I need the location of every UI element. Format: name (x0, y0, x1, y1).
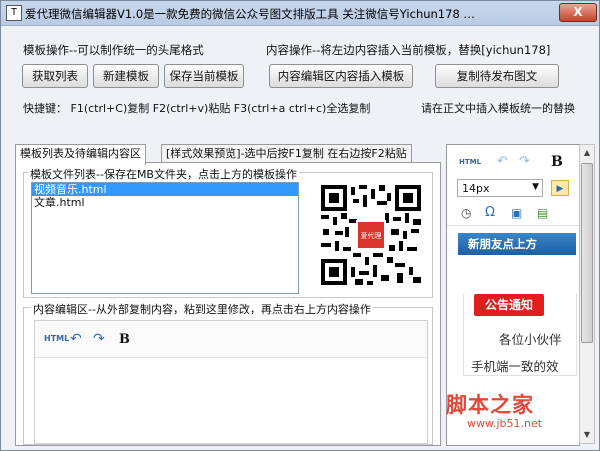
new-template-button[interactable]: 新建模板 (93, 64, 159, 88)
insert-into-template-button[interactable]: 内容编辑区内容插入模板 (269, 64, 413, 88)
bold-icon[interactable]: B (551, 154, 563, 170)
redo-icon[interactable]: ↷ (519, 154, 530, 169)
html-source-icon[interactable]: HTML (459, 158, 481, 166)
emoticon-icon[interactable]: ▣ (511, 206, 522, 220)
scroll-thumb[interactable] (581, 163, 593, 343)
scroll-down-icon[interactable]: ▼ (580, 427, 594, 443)
window-title: 爱代理微信编辑器V1.0是一款免费的微信公众号图文排版工具 关注微信号Yichu… (25, 7, 475, 21)
watermark-url: www.jb51.net (467, 417, 543, 430)
scroll-up-icon[interactable]: ▲ (580, 145, 594, 161)
tab-bar: 模板列表及待编辑内容区 [样式效果预览]-选中后按F1复制 在右边按F2粘贴 (15, 144, 440, 165)
list-item[interactable]: 视频音乐.html (32, 183, 298, 196)
qr-code-image: 爱代理 (319, 183, 423, 287)
html-source-icon[interactable]: HTML (44, 334, 69, 343)
play-media-icon[interactable]: ▶ (551, 180, 569, 196)
content-editor[interactable]: HTML ↶ ↷ B (34, 320, 428, 444)
undo-icon[interactable]: ↶ (497, 154, 508, 169)
font-size-value: 14px (462, 182, 490, 195)
preview-text-line1: 各位小伙伴 (499, 332, 562, 347)
font-size-select[interactable]: 14px ▼ (457, 179, 543, 197)
preview-text-line2: 手机端一致的效 (471, 359, 559, 374)
template-listbox[interactable]: 视频音乐.html 文章.html (31, 182, 299, 294)
close-button[interactable]: X (559, 3, 597, 22)
title-bar[interactable]: T 爱代理微信编辑器V1.0是一款免费的微信公众号图文排版工具 关注微信号Yic… (1, 1, 599, 26)
template-list-legend: 模板文件列表--保存在MB文件夹，点击上方的模板操作 (28, 166, 299, 182)
app-window: T 爱代理微信编辑器V1.0是一款免费的微信公众号图文排版工具 关注微信号Yic… (0, 0, 600, 451)
list-item[interactable]: 文章.html (32, 196, 298, 209)
right-scrollbar[interactable]: ▲ ▼ (579, 144, 595, 444)
omega-special-char-icon[interactable]: Ω (485, 205, 495, 220)
content-editor-toolbar: HTML ↶ ↷ B (35, 321, 427, 358)
chevron-down-icon: ▼ (532, 182, 539, 192)
hotkeys-hint: 请在正文中插入模板统一的替换 (421, 102, 575, 115)
tab-style-preview[interactable]: [样式效果预览]-选中后按F1复制 在右边按F2粘贴 (161, 144, 412, 163)
watermark-logo: 脚本之家 (446, 392, 534, 417)
image-icon[interactable]: ▤ (537, 206, 548, 220)
copy-publish-button[interactable]: 复制待发布图文 (435, 64, 559, 88)
template-ops-label: 模板操作--可以制作统一的头尾格式 (23, 43, 204, 57)
qr-center-label: 爱代理 (361, 231, 382, 240)
save-template-button[interactable]: 保存当前模板 (164, 64, 244, 88)
redo-icon[interactable]: ↷ (93, 331, 105, 347)
tab-template-list[interactable]: 模板列表及待编辑内容区 (15, 144, 146, 165)
get-list-button[interactable]: 获取列表 (22, 64, 88, 88)
content-ops-label: 内容操作--将左边内容插入当前模板，替换[yichun178] (266, 43, 551, 57)
toolbar-divider (447, 225, 579, 226)
content-editor-legend: 内容编辑区--从外部复制内容，粘到这里修改，再点击右上方内容操作 (31, 301, 373, 317)
app-icon: T (6, 5, 22, 21)
undo-icon[interactable]: ↶ (70, 331, 82, 347)
hotkeys-text: 快捷键： F1(ctrl+C)复制 F2(ctrl+v)粘贴 F3(ctrl+a… (23, 102, 371, 115)
clock-icon[interactable]: ◷ (461, 206, 471, 220)
new-friends-banner: 新朋友点上方 (458, 233, 576, 255)
bold-icon[interactable]: B (119, 332, 130, 347)
